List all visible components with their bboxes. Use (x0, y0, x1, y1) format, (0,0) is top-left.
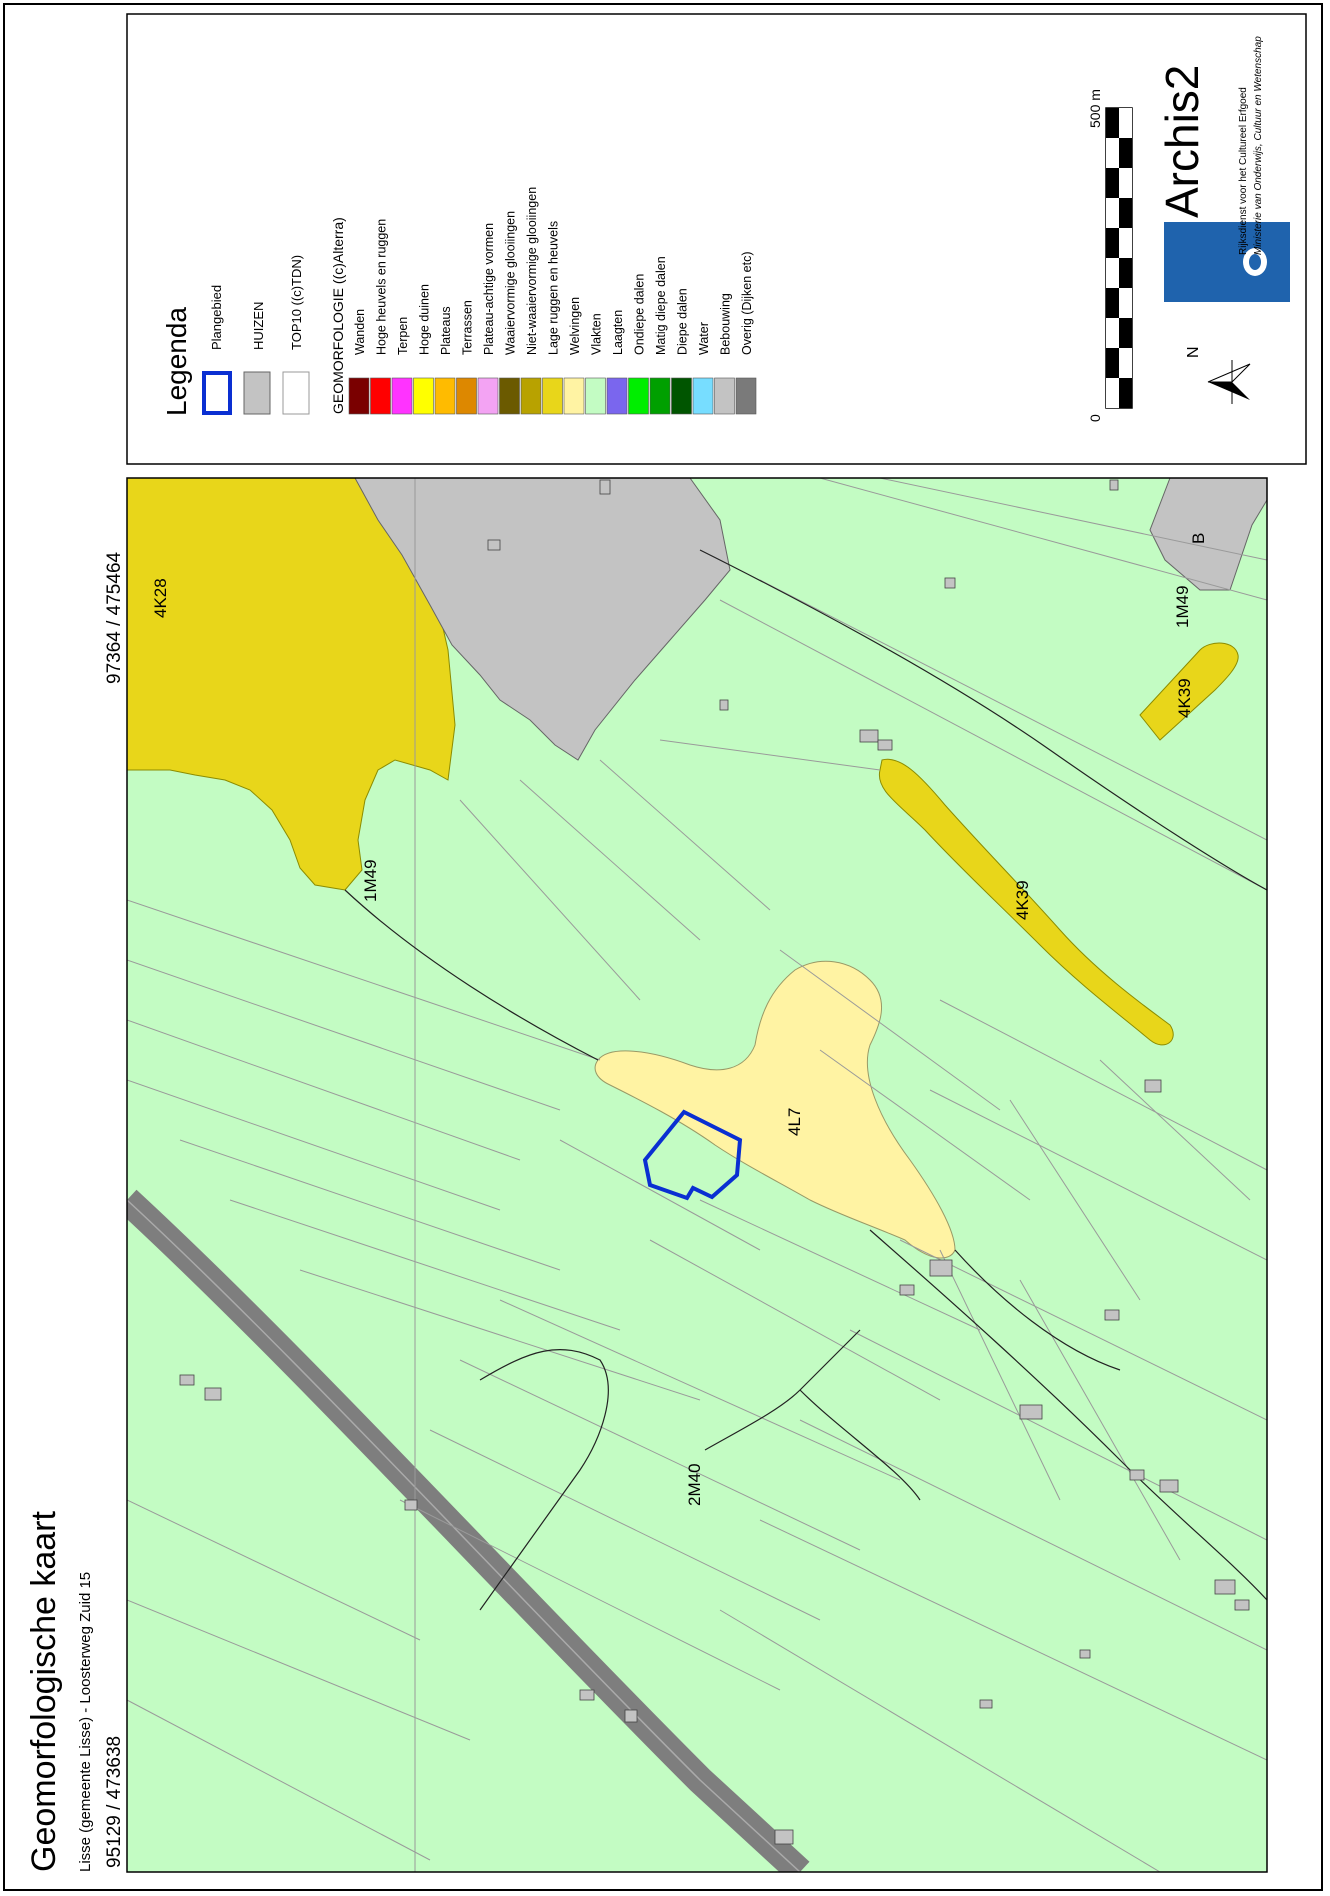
legend-label-item: Plateaus (439, 306, 453, 355)
legend-swatch-laagten (606, 377, 628, 415)
scale-segment (1106, 288, 1119, 318)
coord-bottom-left: 95129 / 473638 (104, 1736, 125, 1868)
legend-swatch-lage-ruggen-en-heuvels (542, 377, 563, 415)
scale-segment (1106, 198, 1119, 228)
scale-segment (1119, 348, 1132, 378)
label-1M49-a: 1M49 (361, 859, 380, 902)
label-4K28: 4K28 (151, 578, 170, 618)
archis-org2: Ministerie van Onderwijs, Cultuur en Wet… (1253, 36, 1264, 255)
scale-segment (1119, 318, 1132, 348)
legend-swatch-waaiervormige-glooiingen (499, 377, 520, 415)
scale-max-label: 500 m (1087, 89, 1103, 128)
legend-label-item: Ondiepe dalen (633, 274, 647, 355)
scale-segment (1106, 378, 1119, 408)
legend-swatch-plangebied (202, 371, 232, 415)
scale-zero-label: 0 (1087, 414, 1103, 422)
legend-swatch-ondiepe-dalen (628, 377, 649, 415)
legend-swatch-plateaus (434, 377, 456, 415)
scale-segment (1106, 348, 1119, 378)
legend-swatch-hoge-heuvels-en-ruggen (370, 377, 391, 415)
legend-swatch-huizen (243, 371, 271, 415)
label-4K39-a: 4K39 (1175, 678, 1194, 718)
label-B: B (1189, 533, 1208, 544)
scale-segment (1119, 378, 1132, 408)
scale-segment (1106, 138, 1119, 168)
legend-label-item: Terpen (396, 317, 410, 355)
scale-segment (1119, 168, 1132, 198)
coord-top-left: 97364 / 475464 (104, 551, 125, 684)
legend-label-item: Hoge heuvels en ruggen (375, 219, 389, 355)
label-4K39-b: 4K39 (1013, 880, 1032, 920)
legend-label-top10: TOP10 ((c)TDN) (289, 255, 304, 350)
legend-label-item: Welvingen (568, 297, 582, 355)
legend-label-item: Overig (Dijken etc) (740, 252, 754, 356)
legend-swatch-overig-dijken-etc- (735, 377, 757, 415)
legend-label-geomorfologie: GEOMORFOLOGIE ((c)Alterra) (330, 217, 346, 414)
legend-swatch-matig-diepe-dalen (649, 377, 671, 415)
legend-title: Legenda (161, 307, 192, 416)
legend-swatch-terrassen (456, 377, 477, 415)
legend-label-item: Bebouwing (719, 293, 733, 355)
legend-label-item: Plateau-achtige vormen (482, 223, 496, 355)
map-title: Geomorfologische kaart (25, 1510, 63, 1872)
label-4L7: 4L7 (785, 1108, 804, 1136)
scale-segment (1106, 318, 1119, 348)
archis-name: Archis2 (1156, 65, 1208, 218)
legend-swatch-vlakten (585, 377, 606, 415)
legend-label-item: Matig diepe dalen (654, 256, 668, 355)
north-label: N (1185, 346, 1202, 358)
label-1M49-b: 1M49 (1173, 585, 1192, 628)
legend-label-item: Hoge duinen (418, 284, 432, 355)
legend-label-item: Terrassen (461, 300, 475, 355)
legend-label-item: Diepe dalen (676, 288, 690, 355)
rijksoverheid-logo-bar (1164, 222, 1290, 302)
legend-swatch-terpen (391, 377, 413, 415)
map-area: 4K28 1M49 1M49 4K39 4K39 4L7 2M40 B (127, 478, 1267, 1872)
legend-label-item: Laagten (611, 310, 625, 355)
legend-label-item: Wanden (353, 309, 367, 355)
legend-label-item: Waaiervormige glooiingen (504, 211, 518, 355)
legend-label-item: Vlakten (590, 313, 604, 355)
archis-org1: Rijksdienst voor het Cultureel Erfgoed (1238, 87, 1249, 255)
scale-segment (1119, 258, 1132, 288)
scale-segment (1106, 258, 1119, 288)
legend-swatch-plateau-achtige-vormen (477, 377, 499, 415)
scale-segment (1119, 138, 1132, 168)
scale-segment (1106, 168, 1119, 198)
scale-segment (1119, 108, 1132, 138)
legend-swatch-wanden (348, 377, 370, 415)
legend-swatch-water (692, 377, 714, 415)
legend-swatch-hoge-duinen (413, 377, 434, 415)
scale-segment (1119, 228, 1132, 258)
legend-swatch-welvingen (563, 377, 585, 415)
legend-swatch-niet-waaiervormige-glooiingen (520, 377, 542, 415)
scale-segment (1106, 228, 1119, 258)
legend-label-item: Lage ruggen en heuvels (547, 221, 561, 355)
legend-label-item: Niet-waaiervormige glooiingen (525, 187, 539, 355)
legend-swatch-top10 (282, 371, 310, 415)
legend-label-plangebied: Plangebied (209, 285, 224, 350)
label-2M40: 2M40 (685, 1463, 704, 1506)
legend-label-huizen: HUIZEN (251, 302, 266, 350)
legend-label-item: Water (697, 322, 711, 355)
scale-segment (1119, 288, 1132, 318)
map-subtitle: Lisse (gemeente Lisse) - Loosterweg Zuid… (77, 1572, 94, 1872)
geomorphological-map-page: Geomorfologische kaart Lisse (gemeente L… (3, 3, 1323, 1891)
legend-swatch-diepe-dalen (671, 377, 692, 415)
scale-segment (1119, 198, 1132, 228)
scale-segment (1106, 108, 1119, 138)
legend-swatch-bebouwing (714, 377, 735, 415)
